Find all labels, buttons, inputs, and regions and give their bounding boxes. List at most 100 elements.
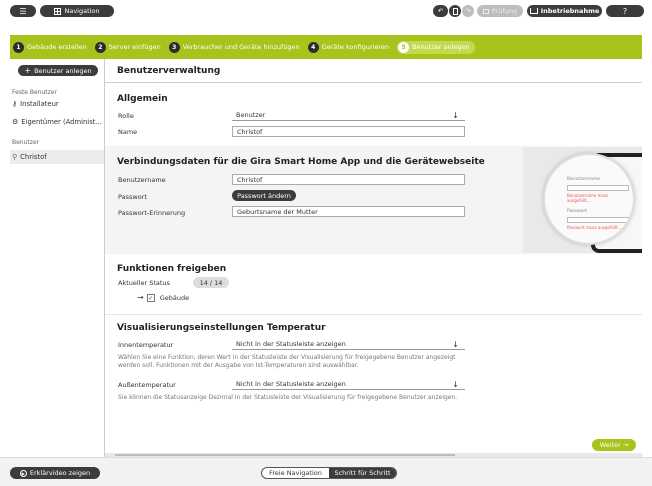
- step-by-step-option[interactable]: Schritt für Schritt: [329, 468, 396, 478]
- sidebar-item-label: Christof: [20, 153, 47, 161]
- undo-button[interactable]: ↶: [433, 5, 448, 17]
- sidebar-item-installateur[interactable]: ⚷ Installateur: [10, 97, 104, 111]
- inbetriebnahme-button[interactable]: Inbetriebnahme: [527, 5, 602, 17]
- sidebar: + Benutzer anlegen Feste Benutzer ⚷ Inst…: [10, 59, 105, 457]
- reminder-input[interactable]: Geburtsname der Mutter: [232, 206, 465, 217]
- sidebar-item-label: Eigentümer (Administ...: [21, 118, 102, 126]
- user-icon: ⚲: [12, 153, 18, 161]
- phone-field-1: [567, 185, 629, 191]
- inner-temp-description: Wählen Sie eine Funktion, deren Wert in …: [118, 354, 456, 369]
- add-user-button[interactable]: + Benutzer anlegen: [18, 65, 98, 76]
- next-label: Weiter: [599, 441, 621, 449]
- chevron-down-icon: ↓: [452, 110, 459, 120]
- function-item-gebaeude[interactable]: → ✓ Gebäude: [137, 293, 189, 302]
- status-label: Aktueller Status: [118, 279, 170, 287]
- step-2-label: Server einfügen: [108, 43, 161, 51]
- status-badge: 14 / 14: [193, 277, 229, 288]
- redo-button[interactable]: ↷: [462, 5, 474, 17]
- name-value: Christof: [237, 127, 263, 136]
- phone-line-2: Benutzername muss ausgefüllt...: [567, 193, 609, 203]
- undo-icon: ↶: [437, 7, 444, 15]
- check-icon: [482, 8, 489, 14]
- menu-button[interactable]: ☰: [10, 5, 36, 17]
- arrow-right-icon: →: [137, 293, 144, 302]
- inner-temp-label: Innentemperatur: [118, 341, 174, 349]
- phone-line-3: Passwort: [567, 209, 588, 214]
- checkbox[interactable]: ✓: [146, 293, 155, 302]
- phone-field-2: [567, 217, 629, 223]
- function-item-label: Gebäude: [159, 293, 190, 302]
- fixed-users-heading: Feste Benutzer: [12, 89, 57, 96]
- key-icon: ⚷: [12, 100, 18, 108]
- document-icon: [452, 7, 458, 15]
- chevron-down-icon: ↓: [452, 339, 459, 349]
- role-value: Benutzer: [236, 111, 266, 119]
- step-5-number: 5: [398, 41, 410, 53]
- scrollbar-thumb[interactable]: [115, 454, 455, 456]
- pruefung-button[interactable]: Prüfung: [477, 5, 523, 17]
- name-input[interactable]: Christof: [232, 126, 465, 137]
- step-3-label: Verbraucher und Geräte hinzufügen: [182, 43, 300, 51]
- inner-temp-value: Nicht in der Statusleiste anzeigen: [236, 340, 346, 348]
- grid-icon: [54, 7, 62, 15]
- step-5[interactable]: 5 Benutzer anlegen: [397, 40, 475, 54]
- role-label: Rolle: [118, 112, 134, 120]
- username-label: Benutzername: [118, 176, 166, 184]
- outer-temp-select[interactable]: Nicht in der Statusleiste anzeigen ↓: [232, 379, 465, 390]
- header-divider: [105, 82, 642, 83]
- section-divider: [105, 314, 642, 315]
- arrow-right-icon: →: [622, 441, 629, 449]
- password-label: Passwort: [118, 193, 147, 201]
- upload-icon: [529, 8, 538, 14]
- role-select[interactable]: Benutzer ↓: [232, 110, 465, 121]
- navigation-label: Navigation: [64, 7, 100, 15]
- users-heading: Benutzer: [12, 139, 40, 146]
- phone-line-1: Benutzername: [567, 177, 600, 182]
- step-1-number: 1: [13, 41, 24, 53]
- sidebar-item-eigentuemer[interactable]: ⚙ Eigentümer (Administ...: [10, 115, 104, 129]
- step-3[interactable]: 3 Verbraucher und Geräte hinzufügen: [168, 41, 300, 53]
- magnifier-illustration: Benutzername Benutzername muss ausgefüll…: [543, 153, 635, 245]
- save-button[interactable]: [449, 5, 461, 17]
- reminder-label: Passwort-Erinnerung: [118, 209, 186, 217]
- help-button[interactable]: ?: [606, 5, 644, 17]
- help-label: ?: [622, 6, 628, 16]
- free-navigation-option[interactable]: Freie Navigation: [262, 468, 329, 478]
- redo-icon: ↷: [465, 7, 471, 15]
- explain-video-button[interactable]: ▶ Erklärvideo zeigen: [10, 467, 100, 479]
- change-password-button[interactable]: Passwort ändern: [232, 190, 296, 201]
- sidebar-item-christof[interactable]: ⚲ Christof: [10, 150, 104, 164]
- wizard-steps: 1 Gebäude erstellen 2 Server einfügen 3 …: [10, 35, 642, 59]
- outer-temp-value: Nicht in der Statusleiste anzeigen: [236, 380, 346, 388]
- footer-bar: ▶ Erklärvideo zeigen Freie Navigation Sc…: [0, 457, 652, 486]
- general-section-title: Allgemein: [117, 94, 168, 104]
- outer-temp-label: Außentemperatur: [118, 381, 176, 389]
- next-button[interactable]: Weiter →: [592, 439, 636, 451]
- menu-icon: ☰: [19, 6, 27, 16]
- step-2[interactable]: 2 Server einfügen: [94, 41, 161, 53]
- step-4[interactable]: 4 Geräte konfigurieren: [307, 41, 390, 53]
- navigation-button[interactable]: Navigation: [40, 5, 114, 17]
- connection-section-title: Verbindungsdaten für die Gira Smart Home…: [117, 157, 485, 167]
- visual-section-title: Visualisierungseinstellungen Temperatur: [117, 323, 326, 333]
- inner-temp-select[interactable]: Nicht in der Statusleiste anzeigen ↓: [232, 339, 465, 350]
- phone-line-4: Passwort muss ausgefüllt...: [567, 225, 622, 230]
- step-1[interactable]: 1 Gebäude erstellen: [13, 41, 87, 53]
- main-panel: Benutzerverwaltung Allgemein Rolle Benut…: [105, 59, 642, 457]
- explain-video-label: Erklärvideo zeigen: [29, 469, 91, 477]
- name-label: Name: [118, 128, 138, 136]
- username-input[interactable]: Christof: [232, 174, 465, 185]
- play-icon: ▶: [19, 469, 27, 477]
- sidebar-item-label: Installateur: [20, 100, 59, 108]
- plus-icon: +: [24, 66, 32, 75]
- top-toolbar: ☰ Navigation ↶ ↷ Prüfung Inbetriebnahme …: [0, 0, 652, 22]
- step-1-label: Gebäude erstellen: [27, 43, 87, 51]
- mode-toggle[interactable]: Freie Navigation Schritt für Schritt: [261, 467, 397, 479]
- step-3-number: 3: [168, 41, 180, 53]
- reminder-value: Geburtsname der Mutter: [237, 207, 318, 216]
- username-value: Christof: [237, 175, 263, 184]
- add-user-label: Benutzer anlegen: [34, 66, 92, 75]
- chevron-down-icon: ↓: [452, 379, 459, 389]
- step-2-number: 2: [94, 41, 106, 53]
- step-4-label: Geräte konfigurieren: [321, 43, 390, 51]
